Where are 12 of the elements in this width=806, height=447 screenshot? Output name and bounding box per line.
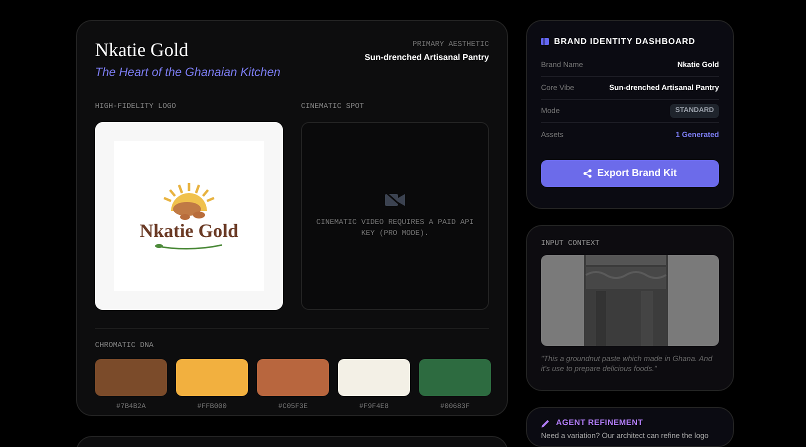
panel-icon xyxy=(541,38,549,45)
aesthetic-value: Sun-drenched Artisanal Pantry xyxy=(364,51,489,64)
tagline: The Heart of the Ghanaian Kitchen xyxy=(95,64,280,80)
logo-wordmark: Nkatie Gold xyxy=(140,221,238,243)
export-button[interactable]: Export Brand Kit xyxy=(541,160,719,187)
brand-name: Nkatie Gold xyxy=(95,39,190,63)
share-icon xyxy=(583,168,592,178)
dashboard-title: BRAND IDENTITY DASHBOARD xyxy=(554,35,696,48)
leaf-swoosh-icon xyxy=(154,243,224,251)
pencil-icon xyxy=(541,418,550,428)
refinement-title: AGENT REFINEMENT xyxy=(556,417,644,429)
video-off-icon xyxy=(384,192,406,208)
